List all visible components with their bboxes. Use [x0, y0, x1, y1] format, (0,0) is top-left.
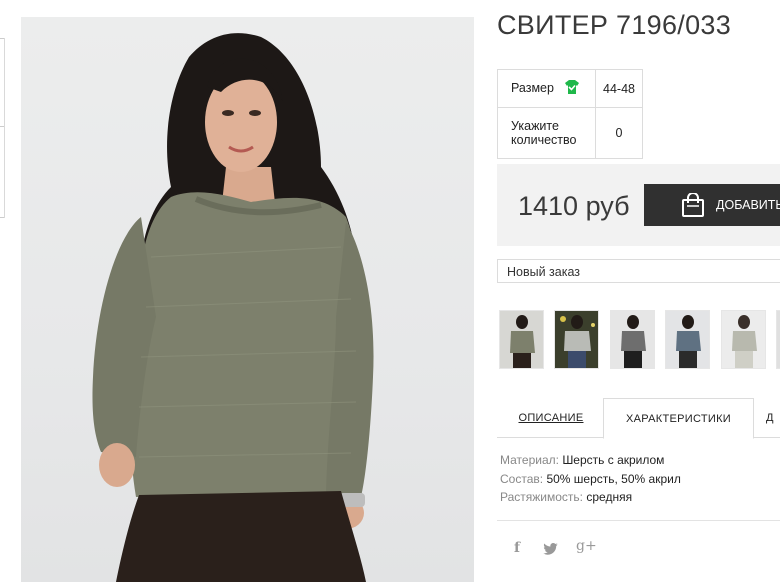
thumbnail-1[interactable] — [499, 310, 544, 369]
thumbnail-4[interactable] — [665, 310, 710, 369]
tab-description[interactable]: ОПИСАНИЕ — [497, 398, 605, 438]
order-select[interactable]: Новый заказ — [497, 259, 780, 283]
left-edge-strip — [0, 38, 5, 218]
spec-stretch-key: Растяжимость: — [500, 490, 584, 504]
social-separator — [497, 520, 780, 521]
shopping-bag-icon — [681, 192, 705, 220]
model-sweater-illustration — [92, 33, 374, 582]
quantity-label-line2: количество — [511, 133, 577, 147]
price-panel: 1410 руб ДОБАВИТЬ — [497, 164, 780, 246]
tab-third-partial[interactable]: Д — [766, 398, 780, 438]
quantity-label-cell: Укажите количество — [497, 107, 596, 159]
spec-composition-key: Состав: — [500, 472, 544, 486]
googleplus-icon[interactable]: g+ — [576, 538, 597, 554]
twitter-icon[interactable] — [543, 542, 558, 558]
product-title: СВИТЕР 7196/033 — [497, 10, 732, 40]
facebook-icon[interactable]: f — [514, 540, 520, 556]
main-product-photo[interactable] — [21, 17, 474, 582]
quantity-label-line1: Укажите — [511, 119, 559, 133]
spec-composition-value: 50% шерсть, 50% акрил — [546, 472, 681, 486]
thumbnail-3[interactable] — [610, 310, 655, 369]
size-chart-icon[interactable] — [564, 80, 580, 97]
thumbnail-6-partial[interactable] — [776, 310, 780, 369]
add-to-cart-label: ДОБАВИТЬ — [716, 198, 780, 212]
spec-composition: Состав: 50% шерсть, 50% акрил — [500, 472, 681, 486]
spec-material-value: Шерсть с акрилом — [562, 453, 665, 467]
size-value[interactable]: 44-48 — [595, 69, 643, 108]
tab-characteristics[interactable]: ХАРАКТЕРИСТИКИ — [603, 398, 754, 439]
quantity-input[interactable]: 0 — [595, 107, 643, 159]
product-price: 1410 руб — [518, 191, 630, 221]
add-to-cart-button[interactable]: ДОБАВИТЬ — [644, 184, 780, 226]
size-label-cell: Размер — [497, 69, 596, 108]
spec-material-key: Материал: — [500, 453, 559, 467]
thumbnail-5[interactable] — [721, 310, 766, 369]
size-label: Размер — [511, 80, 554, 95]
spec-material: Материал: Шерсть с акрилом — [500, 453, 664, 467]
spec-stretch-value: средняя — [586, 490, 633, 504]
spec-stretch: Растяжимость: средняя — [500, 490, 632, 504]
thumbnail-2[interactable] — [554, 310, 599, 369]
product-attributes-table: Размер 44-48 Укажите количество 0 — [497, 69, 643, 159]
